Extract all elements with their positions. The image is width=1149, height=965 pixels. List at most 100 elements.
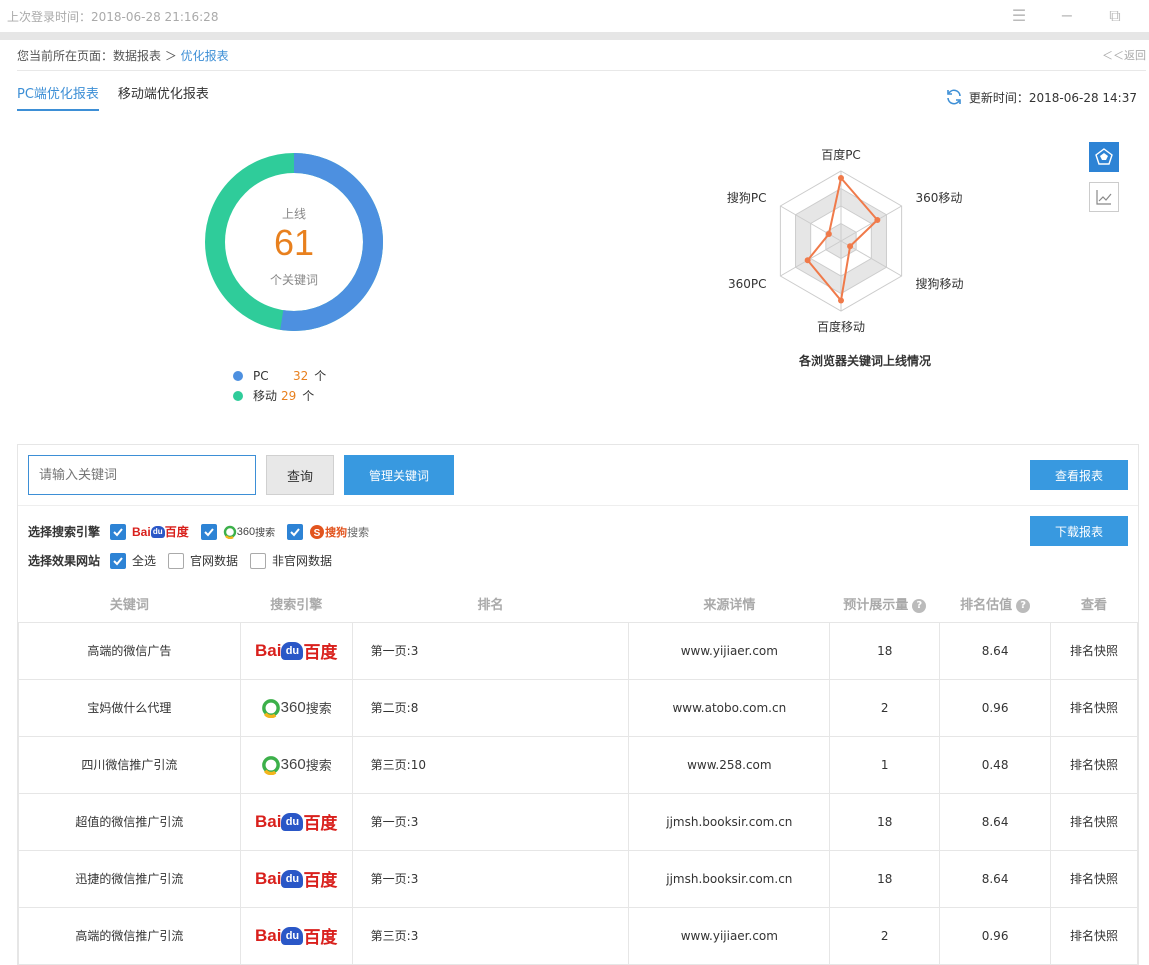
cell-snapshot-link[interactable]: 排名快照: [1050, 906, 1138, 965]
table-row: 宝妈做什么代理 360 搜索 第二页:8 www.atobo.com.cn 2 0.96 排名…: [18, 678, 1138, 737]
legend-pc-value: 32: [293, 369, 309, 383]
site-filter: 选择效果网站 全选 官网数据 非官网数据: [28, 552, 344, 569]
last-login-text: 上次登录时间：2018-06-28 21:16:28: [7, 10, 219, 24]
table-row: 高端的微信推广引流 Bai du 百度 第三页:3 www.yijiaer.com 2 0.9…: [18, 906, 1138, 965]
breadcrumb-current[interactable]: 优化报表: [181, 49, 229, 63]
cell-source: www.258.com: [628, 735, 831, 794]
baidu-logo: Bai du 百度: [241, 866, 352, 891]
window-controls: ☰ − ⧉: [1009, 6, 1125, 26]
360-ring-icon: [223, 525, 236, 539]
download-report-button[interactable]: 下载报表: [1030, 516, 1128, 546]
cell-snapshot-link[interactable]: 排名快照: [1050, 621, 1138, 680]
checkbox-checked-icon[interactable]: [287, 523, 304, 540]
mobile-dot-icon: [233, 391, 243, 401]
engine-filter-label: 选择搜索引擎: [28, 525, 101, 539]
radar-title: 各浏览器关键词上线情况: [798, 354, 931, 368]
site-option-label: 非官网数据: [272, 554, 333, 568]
update-time: 更新时间：2018-06-28 14:37: [945, 88, 1137, 106]
baidu-logo-text-c: 百度: [303, 928, 338, 947]
cell-snapshot-link[interactable]: 排名快照: [1050, 849, 1138, 908]
cell-value: 8.64: [939, 792, 1052, 851]
360-ring-icon: [261, 698, 280, 718]
tab-pc-report[interactable]: PC端优化报表: [17, 83, 99, 111]
cell-engine: 360 搜索: [239, 678, 353, 737]
cell-value: 0.96: [939, 678, 1052, 737]
baidu-logo-text-a: Bai: [254, 811, 282, 831]
radar-point-4: [804, 257, 811, 264]
cell-views: 18: [829, 792, 941, 851]
query-button[interactable]: 查询: [266, 455, 334, 495]
keyword-search-input[interactable]: [28, 455, 256, 495]
cell-views: 18: [829, 621, 941, 680]
radar-point-3: [838, 297, 844, 304]
cell-snapshot-link[interactable]: 排名快照: [1050, 678, 1138, 737]
radar-point-0: [838, 175, 844, 181]
cell-rank: 第三页:10: [351, 735, 630, 794]
360-logo-text: 搜索: [255, 528, 276, 539]
site-option-official[interactable]: 官网数据: [168, 552, 238, 569]
cell-snapshot-link[interactable]: 排名快照: [1050, 735, 1138, 794]
minimize-icon[interactable]: −: [1057, 6, 1077, 26]
refresh-icon[interactable]: [945, 88, 963, 106]
line-chart-icon: [1096, 190, 1112, 205]
restore-icon[interactable]: ⧉: [1105, 6, 1125, 26]
engine-option-baidu[interactable]: Bai du 百度: [110, 523, 189, 540]
header-engine: 搜索引擎: [240, 586, 353, 623]
cell-source: jjmsh.booksir.com.cn: [628, 792, 831, 851]
360-logo: 360 搜索: [241, 755, 352, 775]
line-view-button[interactable]: [1089, 182, 1119, 212]
radar-axis-label: 搜狗PC: [727, 190, 767, 205]
donut-center: 上线 61 个关键词: [204, 152, 384, 332]
cell-engine: Bai du 百度: [239, 621, 353, 680]
baidu-logo-text-a: Bai: [254, 640, 282, 660]
baidu-logo-text-c: 百度: [303, 643, 338, 662]
table-row: 超值的微信推广引流 Bai du 百度 第一页:3 jjmsh.booksir.com.c…: [18, 792, 1138, 851]
menu-icon[interactable]: ☰: [1009, 6, 1029, 26]
breadcrumb: 您当前所在页面：数据报表 ＞ 优化报表: [17, 47, 229, 64]
help-icon[interactable]: ?: [912, 598, 927, 613]
radar-chart: 百度PC 360移动搜狗移动百度移动 360PC 搜狗PC: [727, 147, 964, 334]
engine-option-360[interactable]: 360 搜索: [200, 523, 276, 540]
radar-view-button[interactable]: [1089, 142, 1119, 172]
checkbox-checked-icon[interactable]: [110, 552, 127, 569]
baidu-paw-icon: du: [281, 926, 304, 945]
cell-value: 0.96: [939, 906, 1052, 965]
keyword-panel: 查询 管理关键词 查看报表 下载报表 选择搜索引擎 Baidu百度 360搜索 …: [17, 444, 1139, 965]
table-row: 迅捷的微信推广引流 Bai du 百度 第一页:3 jjmsh.booksir.com.c…: [18, 849, 1138, 908]
checkbox-icon[interactable]: [250, 552, 267, 569]
cell-keyword: 高端的微信推广引流: [18, 906, 241, 965]
cell-snapshot-link[interactable]: 排名快照: [1050, 792, 1138, 851]
baidu-logo: Bai du 百度: [132, 523, 189, 540]
cell-views: 1: [829, 735, 941, 794]
header-divider: [0, 32, 1149, 40]
table-row: 四川微信推广引流 360 搜索 第三页:10 www.258.com 1 0.48 排名快照: [18, 735, 1138, 794]
site-option-all[interactable]: 全选: [110, 552, 156, 569]
checkbox-icon[interactable]: [168, 552, 185, 569]
back-link[interactable]: ＜＜返回: [1102, 47, 1146, 63]
checkbox-checked-icon[interactable]: [200, 523, 217, 540]
baidu-paw-icon: du: [281, 812, 304, 831]
help-icon[interactable]: ?: [1016, 598, 1031, 613]
header-views-label: 预计展示量: [843, 598, 909, 614]
baidu-logo-text-c: 百度: [303, 814, 338, 833]
update-time-text: 更新时间：2018-06-28 14:37: [968, 90, 1137, 105]
360-ring-icon: [261, 755, 280, 775]
manage-keywords-button[interactable]: 管理关键词: [344, 455, 454, 495]
360-logo-text: 搜索: [305, 758, 332, 773]
engine-option-sogou[interactable]: S 搜狗 搜索: [287, 523, 369, 540]
checkbox-checked-icon[interactable]: [110, 523, 127, 540]
tab-mobile-report[interactable]: 移动端优化报表: [118, 83, 209, 111]
cell-rank: 第一页:3: [351, 849, 630, 908]
header-source: 来源详情: [628, 586, 830, 623]
360-logo-num: 360: [236, 525, 256, 538]
radar-point-1: [874, 217, 881, 223]
breadcrumb-prefix: 您当前所在页面：数据报表 ＞: [17, 49, 181, 63]
cell-source: www.yijiaer.com: [628, 906, 831, 965]
view-report-button[interactable]: 查看报表: [1030, 460, 1128, 490]
sogou-logo: S 搜狗 搜索: [309, 524, 369, 540]
legend-pc-name: PC: [253, 369, 269, 383]
cell-source: jjmsh.booksir.com.cn: [628, 849, 831, 908]
report-tabs: PC端优化报表 移动端优化报表: [17, 83, 209, 111]
site-option-non-official[interactable]: 非官网数据: [250, 552, 332, 569]
donut-legend: PC 32 个 移动 29 个: [233, 366, 326, 406]
